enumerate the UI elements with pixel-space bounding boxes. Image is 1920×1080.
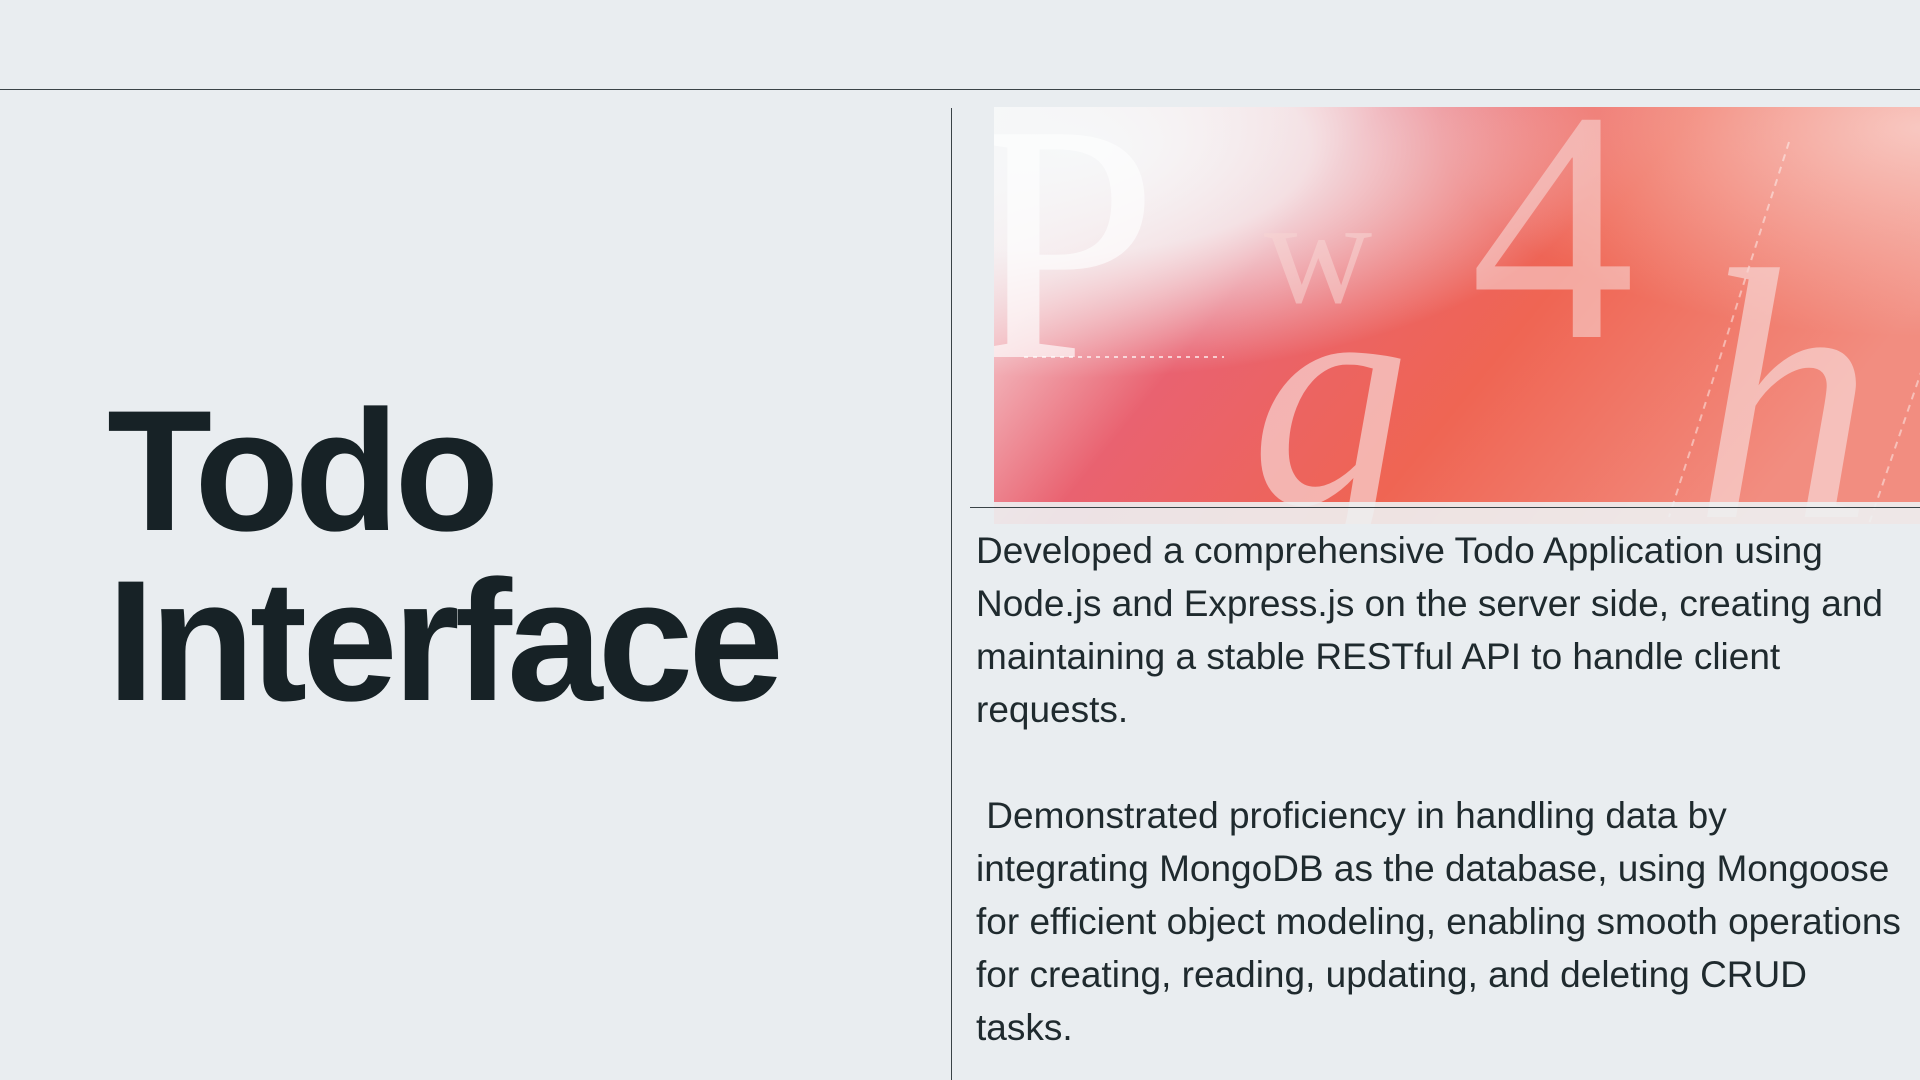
description-paragraph-1: Developed a comprehensive Todo Applicati… <box>976 530 1894 730</box>
bottom-light-band <box>994 502 1920 524</box>
glyph-p: P <box>994 107 1158 431</box>
description-paragraph-2: Demonstrated proficiency in handling dat… <box>976 795 1912 1048</box>
typography-hero-image: P w 4 g h <box>994 107 1920 524</box>
typography-gradient-image: P w 4 g h <box>994 107 1920 524</box>
image-bottom-divider <box>970 507 1920 508</box>
glyph-g: g <box>1250 219 1410 524</box>
project-description: Developed a comprehensive Todo Applicati… <box>976 524 1906 1054</box>
portfolio-slide: Todo Interface P w 4 g h Developed a com… <box>0 0 1920 1080</box>
column-divider <box>951 108 952 1080</box>
glyph-h: h <box>1694 196 1874 524</box>
title-line-interface: Interface <box>107 545 784 737</box>
project-title: Todo Interface <box>107 375 784 737</box>
top-divider <box>0 89 1920 90</box>
title-line-todo: Todo <box>107 375 499 567</box>
glyph-4: 4 <box>1470 107 1635 409</box>
